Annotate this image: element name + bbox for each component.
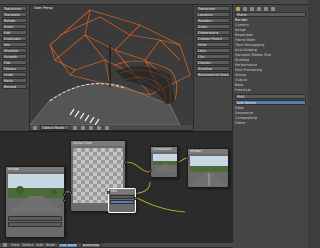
n-panel-section-1[interactable]: Location <box>196 12 230 17</box>
node-composite-preview <box>153 154 177 172</box>
n-panel-section-11[interactable]: Background Images <box>196 72 230 77</box>
footer-add-menu[interactable]: Add <box>36 243 43 248</box>
node-image-socket-out[interactable] <box>63 193 66 196</box>
viewport-scene <box>30 9 193 125</box>
properties-list: Camera Image Resolution Frame Rate Time Rema… <box>233 23 308 93</box>
n-panel-section-8[interactable]: Clip <box>196 54 230 59</box>
node-mix[interactable]: Mix <box>107 188 137 213</box>
node-mix-title: Mix <box>109 189 135 194</box>
node-composite-title: Composite <box>151 147 177 152</box>
node-alpha-over-socket-out[interactable] <box>124 161 127 164</box>
node-viewer[interactable]: Viewer <box>186 148 229 188</box>
n-panel-section-2[interactable]: Rotation <box>196 18 230 23</box>
properties-checkbox-3[interactable]: Dither <box>233 121 308 126</box>
tool-shelf-item-6[interactable]: Join <box>2 42 27 47</box>
tool-shelf-item-3[interactable]: Scale <box>2 24 27 29</box>
n-panel-section-7[interactable]: Lens <box>196 48 230 53</box>
shading-icon[interactable] <box>73 125 77 130</box>
node-image-preview <box>8 174 64 212</box>
properties-tabs <box>235 7 306 11</box>
node-viewer-title: Viewer <box>188 149 228 154</box>
mode-select[interactable]: Object Mode <box>40 125 70 130</box>
n-panel-section-10[interactable]: Shading <box>196 66 230 71</box>
n-panel-section-9[interactable]: Display <box>196 60 230 65</box>
properties-editor: Plane Render Camera Image Resolution Frame … <box>233 5 308 248</box>
node-image[interactable]: Image <box>5 166 66 238</box>
tool-shelf-item-5[interactable]: Duplicate <box>2 36 27 41</box>
tool-shelf-item-1[interactable]: Translate <box>2 12 27 17</box>
view-menu-icon[interactable] <box>33 125 37 130</box>
n-panel-section-6[interactable]: View <box>196 42 230 47</box>
scene-tab-icon[interactable] <box>243 7 247 11</box>
node-mix-socket-out[interactable] <box>134 197 137 200</box>
tool-shelf-item-9[interactable]: Flat <box>2 60 27 65</box>
node-composite-socket-in[interactable] <box>149 169 152 172</box>
use-nodes-toggle[interactable]: Use Nodes <box>58 242 79 248</box>
node-image-field[interactable] <box>8 216 62 221</box>
node-mix-blend[interactable] <box>110 195 134 199</box>
node-viewer-preview <box>190 156 228 186</box>
n-panel-section-3[interactable]: Scale <box>196 24 230 29</box>
n-panel: Transform Location Rotation Scale Dimensions… <box>193 5 233 131</box>
tool-shelf-item-8[interactable]: Smooth <box>2 54 27 59</box>
add-image-button[interactable]: Add Image <box>235 100 306 105</box>
footer-select-menu[interactable]: Select <box>22 243 33 248</box>
node-viewer-socket-in[interactable] <box>186 157 189 160</box>
node-alpha-over-socket-in[interactable] <box>69 191 72 194</box>
tool-shelf-item-12[interactable]: Redo <box>2 78 27 83</box>
n-panel-section-5[interactable]: Grease Pencil <box>196 36 230 41</box>
tool-shelf: Transform Translate Rotate Scale Edit Duplica… <box>0 5 30 131</box>
properties-section-13[interactable]: Freestyle <box>233 88 308 93</box>
material-tab-icon[interactable] <box>271 7 275 11</box>
node-image-socket-alpha[interactable] <box>63 199 66 202</box>
snap-icon[interactable] <box>105 125 109 130</box>
pivot-icon[interactable] <box>81 125 85 130</box>
tool-shelf-item-0[interactable]: Transform <box>2 6 27 11</box>
tool-shelf-item-2[interactable]: Rotate <box>2 18 27 23</box>
node-composite[interactable]: Composite <box>149 146 178 178</box>
node-editor[interactable]: Image Alpha Over Mix Composite Viewer <box>0 131 233 242</box>
world-tab-icon[interactable] <box>250 7 254 11</box>
format-select[interactable]: PNG <box>235 94 306 99</box>
tool-shelf-item-10[interactable]: History <box>2 66 27 71</box>
n-panel-section-0[interactable]: Transform <box>196 6 230 11</box>
tool-shelf-item-11[interactable]: Undo <box>2 72 27 77</box>
n-panel-list: Transform Location Rotation Scale Dimensions… <box>194 6 232 77</box>
tool-shelf-item-13[interactable]: Repeat <box>2 84 27 89</box>
footer-node-menu[interactable]: Node <box>46 243 55 248</box>
backdrop-toggle[interactable]: Backdrop <box>81 242 102 248</box>
node-image-field-2[interactable] <box>8 222 62 227</box>
render-tab-icon[interactable] <box>236 7 240 11</box>
tool-shelf-item-4[interactable]: Edit <box>2 30 27 35</box>
node-mix-socket-in[interactable] <box>107 191 110 194</box>
modifier-tab-icon[interactable] <box>264 7 268 11</box>
node-image-title: Image <box>6 167 64 172</box>
node-mix-factor[interactable] <box>110 200 134 204</box>
layers-icon[interactable] <box>97 125 101 130</box>
node-editor-footer: View Select Add Node Use Nodes Backdrop <box>0 242 233 248</box>
tool-shelf-item-7[interactable]: Shading <box>2 48 27 53</box>
properties-checkboxes: Edge Sequencer Compositing Dither <box>233 106 308 126</box>
manipulator-icon[interactable] <box>89 125 93 130</box>
node-alpha-over-title: Alpha Over <box>71 141 125 146</box>
object-name-field[interactable]: Plane <box>235 12 306 17</box>
editor-type-icon[interactable] <box>3 243 7 247</box>
object-tab-icon[interactable] <box>257 7 261 11</box>
viewport-3d[interactable]: User Persp <box>30 5 193 125</box>
footer-view-menu[interactable]: View <box>11 243 19 248</box>
tool-shelf-list: Transform Translate Rotate Scale Edit Duplica… <box>0 6 29 89</box>
n-panel-section-4[interactable]: Dimensions <box>196 30 230 35</box>
